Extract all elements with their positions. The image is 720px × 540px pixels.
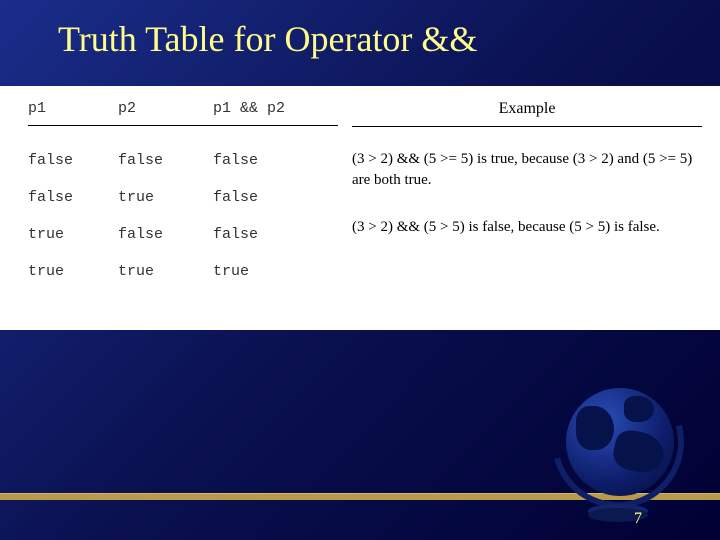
example-item: (3 > 2) && (5 > 5) is false, because (5 … — [352, 209, 702, 256]
cell: true — [118, 263, 213, 280]
examples-panel: Example (3 > 2) && (5 >= 5) is true, bec… — [338, 100, 702, 316]
example-item: (3 > 2) && (5 >= 5) is true, because (3 … — [352, 141, 702, 209]
th-result: p1 && p2 — [213, 100, 333, 117]
truth-table: p1 p2 p1 && p2 false false false false t… — [28, 100, 338, 316]
th-p2: p2 — [118, 100, 213, 117]
table-row: false true false — [28, 179, 338, 216]
table-row: true false false — [28, 216, 338, 253]
globe-ball-icon — [566, 388, 674, 496]
table-row: true true true — [28, 253, 338, 290]
cell: false — [28, 152, 118, 169]
cell: false — [213, 226, 333, 243]
slide-title: Truth Table for Operator && — [0, 0, 720, 60]
cell: true — [118, 189, 213, 206]
cell: false — [28, 189, 118, 206]
cell: false — [213, 152, 333, 169]
cell: true — [28, 263, 118, 280]
examples-header: Example — [352, 100, 702, 127]
globe-graphic — [538, 370, 698, 530]
cell: false — [118, 226, 213, 243]
cell: false — [118, 152, 213, 169]
cell: false — [213, 189, 333, 206]
truth-table-header-row: p1 p2 p1 && p2 — [28, 100, 338, 126]
table-row: false false false — [28, 142, 338, 179]
cell: true — [213, 263, 333, 280]
page-number: 7 — [634, 510, 642, 528]
th-p1: p1 — [28, 100, 118, 117]
cell: true — [28, 226, 118, 243]
content-panel: p1 p2 p1 && p2 false false false false t… — [0, 86, 720, 330]
